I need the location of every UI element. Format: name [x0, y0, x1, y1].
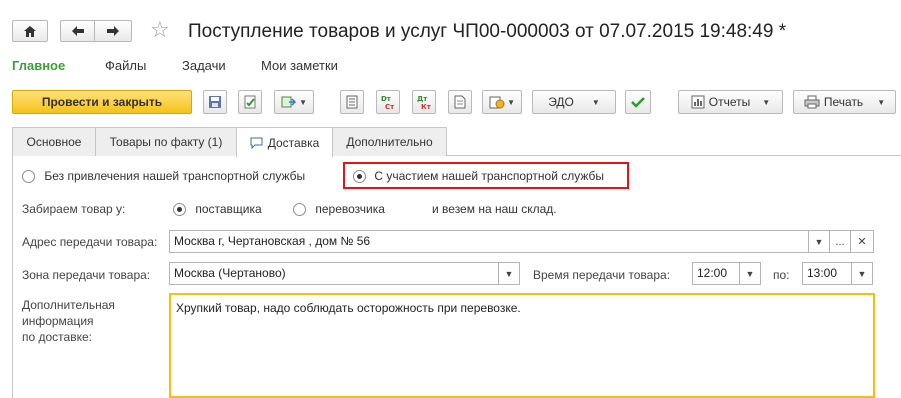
- printer-icon: [804, 95, 820, 109]
- create-based-on-icon: [281, 96, 296, 108]
- page-title: Поступление товаров и услуг ЧП00-000003 …: [188, 21, 787, 42]
- reports-button[interactable]: Отчеты ▼: [678, 90, 783, 114]
- comment-icon: [250, 137, 263, 149]
- star-icon[interactable]: ☆: [150, 17, 170, 43]
- close-icon: ✕: [857, 236, 867, 248]
- dt-ct-button[interactable]: Dт Ст: [376, 90, 400, 114]
- ellipsis-icon: ...: [835, 235, 845, 248]
- radio-no-transport-label: Без привлечения нашей транспортной служб…: [44, 169, 306, 183]
- radio-pickup-carrier[interactable]: перевозчика: [293, 201, 385, 217]
- document-list-icon: [346, 95, 358, 109]
- chevron-down-icon: ▼: [762, 97, 771, 107]
- content-border: [12, 155, 13, 398]
- address-clear-button[interactable]: ✕: [850, 230, 874, 253]
- radio-button[interactable]: [22, 170, 35, 184]
- chevron-down-icon: ▼: [877, 97, 886, 107]
- dt-ct-icon: Dт Ст: [381, 95, 395, 110]
- pickup-supplier-label: поставщика: [195, 202, 262, 216]
- zone-field[interactable]: Москва (Чертаново): [169, 262, 499, 285]
- checkmark-icon: [631, 97, 645, 108]
- address-label: Адрес передачи товара:: [22, 235, 158, 249]
- arrow-right-icon: [107, 26, 119, 36]
- reports-label: Отчеты: [708, 95, 751, 109]
- time-label: Время передачи товара:: [533, 268, 671, 282]
- post-and-close-button[interactable]: Провести и закрыть: [12, 90, 192, 114]
- attachments-button[interactable]: ▼: [482, 90, 522, 114]
- zone-dropdown-button[interactable]: ▼: [498, 262, 520, 285]
- post-document-icon: [244, 95, 256, 109]
- post-button[interactable]: [238, 90, 262, 114]
- chevron-down-icon: ▼: [504, 268, 514, 279]
- dt-kt-icon: Дт Кт: [417, 95, 432, 110]
- time-from-dropdown-button[interactable]: ▼: [739, 262, 761, 285]
- home-button[interactable]: [12, 20, 48, 42]
- tab-main[interactable]: Основное: [12, 127, 96, 156]
- reports-icon: [691, 95, 705, 109]
- menu-item-notes[interactable]: Мои заметки: [261, 58, 338, 73]
- back-button[interactable]: [60, 20, 94, 42]
- menu-item-files[interactable]: Файлы: [105, 58, 146, 73]
- edo-label: ЭДО: [548, 95, 574, 109]
- chevron-down-icon: ▼: [857, 268, 867, 279]
- print-document-button[interactable]: [448, 90, 472, 114]
- create-based-on-button[interactable]: ▼: [274, 90, 314, 114]
- extra-info-textarea[interactable]: Хрупкий товар, надо соблюдать осторожнос…: [169, 293, 875, 398]
- save-button[interactable]: [203, 90, 227, 114]
- tab-goods-actual[interactable]: Товары по факту (1): [95, 127, 237, 156]
- time-to-label: по:: [773, 268, 790, 282]
- svg-text:Ст: Ст: [385, 103, 395, 110]
- dt-kt-button[interactable]: Дт Кт: [412, 90, 436, 114]
- time-from-field[interactable]: 12:00: [692, 262, 740, 285]
- menu-item-tasks[interactable]: Задачи: [182, 58, 226, 73]
- svg-text:Дт: Дт: [417, 95, 428, 103]
- chevron-down-icon: ▼: [591, 97, 600, 107]
- pickup-carrier-label: перевозчика: [315, 202, 385, 216]
- forward-button[interactable]: [94, 20, 132, 42]
- chevron-down-icon: ▼: [296, 97, 308, 107]
- document-icon: [454, 95, 466, 109]
- svg-text:Dт: Dт: [381, 95, 392, 103]
- time-to-dropdown-button[interactable]: ▼: [851, 262, 873, 285]
- svg-text:Кт: Кт: [421, 103, 432, 110]
- extra-info-label-line2: информация: [22, 314, 94, 328]
- radio-with-transport-label: С участием нашей транспортной службы: [374, 169, 605, 183]
- attachment-icon: [489, 96, 505, 109]
- print-label: Печать: [823, 95, 864, 109]
- radio-pickup-supplier[interactable]: поставщика: [173, 201, 262, 217]
- chevron-down-icon: ▼: [504, 97, 516, 107]
- save-icon: [209, 96, 221, 108]
- movements-button[interactable]: [340, 90, 364, 114]
- address-field[interactable]: Москва г, Чертановская , дом № 56: [169, 230, 809, 253]
- radio-button-selected[interactable]: [353, 170, 366, 184]
- radio-no-transport[interactable]: Без привлечения нашей транспортной служб…: [22, 168, 305, 184]
- tab-delivery[interactable]: Доставка: [236, 127, 333, 157]
- zone-label: Зона передачи товара:: [22, 268, 151, 282]
- tab-additional[interactable]: Дополнительно: [332, 127, 447, 156]
- home-icon: [24, 25, 36, 37]
- pickup-label: Забираем товар у:: [22, 202, 126, 216]
- address-select-button[interactable]: ...: [829, 230, 851, 253]
- chevron-down-icon: ▼: [814, 236, 824, 247]
- print-button[interactable]: Печать ▼: [793, 90, 896, 114]
- tab-delivery-label: Доставка: [267, 135, 320, 150]
- radio-button[interactable]: [293, 203, 306, 217]
- arrow-left-icon: [71, 26, 84, 36]
- chevron-down-icon: ▼: [745, 268, 755, 279]
- extra-info-label-line1: Дополнительная: [22, 298, 115, 312]
- address-dropdown-button[interactable]: ▼: [808, 230, 830, 253]
- time-to-field[interactable]: 13:00: [802, 262, 852, 285]
- pickup-suffix: и везем на наш склад.: [432, 202, 557, 216]
- edo-button[interactable]: ЭДО ▼: [532, 90, 616, 114]
- extra-info-label-line3: по доставке:: [22, 330, 92, 344]
- radio-with-transport[interactable]: С участием нашей транспортной службы: [353, 168, 604, 184]
- confirm-button[interactable]: [625, 90, 651, 114]
- menu-item-main[interactable]: Главное: [12, 58, 65, 73]
- radio-button-selected[interactable]: [173, 203, 186, 217]
